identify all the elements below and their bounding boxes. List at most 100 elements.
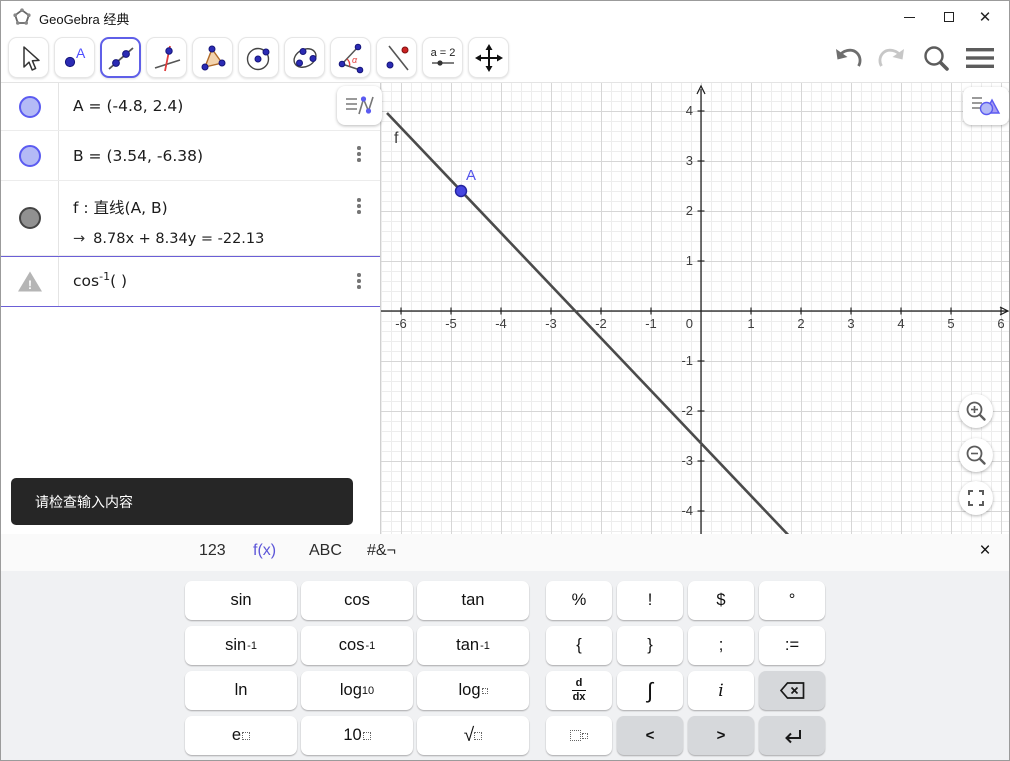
- algebra-style-bar-button[interactable]: [337, 86, 382, 125]
- key-e-power[interactable]: e: [185, 716, 297, 755]
- line-icon: [107, 46, 134, 70]
- keyboard-tab-special[interactable]: #&¬: [367, 542, 396, 560]
- visibility-marble-B[interactable]: [18, 144, 41, 167]
- key-sin[interactable]: sin: [185, 581, 297, 620]
- svg-text:-4: -4: [681, 503, 693, 518]
- svg-text:-5: -5: [445, 316, 457, 331]
- svg-text:-4: -4: [495, 316, 507, 331]
- key-asin[interactable]: sin -1: [185, 626, 297, 665]
- minimize-button[interactable]: [889, 1, 929, 33]
- tool-point[interactable]: A: [54, 37, 95, 78]
- algebra-row-B[interactable]: B = (3.54, -6.38): [1, 131, 380, 181]
- key-degree[interactable]: °: [759, 581, 825, 620]
- redo-button[interactable]: [875, 41, 909, 75]
- tool-conic[interactable]: [284, 37, 325, 78]
- search-icon: [924, 46, 949, 71]
- svg-text:-2: -2: [595, 316, 607, 331]
- tool-polygon[interactable]: [192, 37, 233, 78]
- key-assign[interactable]: :=: [759, 626, 825, 665]
- algebra-row-A[interactable]: A = (-4.8, 2.4): [1, 83, 380, 131]
- row-menu-f[interactable]: [353, 198, 365, 214]
- row-menu-B[interactable]: [353, 146, 365, 162]
- algebra-input-row[interactable]: ! cos-1( ): [1, 256, 380, 307]
- graphics-style-bar-icon: [972, 97, 1001, 116]
- key-brace-open[interactable]: {: [546, 626, 612, 665]
- svg-text:1: 1: [686, 253, 693, 268]
- key-cos[interactable]: cos: [301, 581, 413, 620]
- key-ten-power[interactable]: 10: [301, 716, 413, 755]
- key-subscript[interactable]: [546, 716, 612, 755]
- redo-icon: [878, 48, 904, 67]
- circle-icon: [246, 47, 269, 70]
- graphics-canvas: -6 -5 -4 -3 -2 -1 12 34 56 43 21 -1-2 -3-4 …: [381, 84, 1009, 534]
- svg-text:6: 6: [997, 316, 1004, 331]
- algebra-row-A-text: A = (-4.8, 2.4): [73, 97, 184, 115]
- tool-circle[interactable]: [238, 37, 279, 78]
- key-backspace[interactable]: [759, 671, 825, 710]
- zoom-out-button[interactable]: [959, 438, 993, 472]
- tool-angle[interactable]: α: [330, 37, 371, 78]
- key-arrow-left[interactable]: <: [617, 716, 683, 755]
- keyboard-close-button[interactable]: ×: [973, 540, 997, 562]
- maximize-button[interactable]: [929, 1, 969, 33]
- graphics-style-bar-button[interactable]: [963, 87, 1009, 125]
- search-button[interactable]: [919, 41, 953, 75]
- key-factorial[interactable]: !: [617, 581, 683, 620]
- input-row-expression[interactable]: cos-1( ): [73, 270, 127, 290]
- fullscreen-button[interactable]: [959, 481, 993, 515]
- menu-button[interactable]: [963, 41, 997, 75]
- svg-text:3: 3: [847, 316, 854, 331]
- key-dollar[interactable]: $: [688, 581, 754, 620]
- key-acos[interactable]: cos -1: [301, 626, 413, 665]
- svg-text:A: A: [76, 45, 86, 61]
- tool-perpendicular-line[interactable]: [146, 37, 187, 78]
- tool-move[interactable]: [8, 37, 49, 78]
- graphics-view[interactable]: -6 -5 -4 -3 -2 -1 12 34 56 43 21 -1 -2 -3 -4 …: [381, 83, 1009, 534]
- fullscreen-icon: [968, 490, 984, 506]
- undo-button[interactable]: [831, 41, 865, 75]
- close-window-button[interactable]: ✕: [965, 1, 1005, 33]
- zoom-in-button[interactable]: [959, 394, 993, 428]
- key-imaginary[interactable]: i: [688, 671, 754, 710]
- key-brace-close[interactable]: }: [617, 626, 683, 665]
- svg-text:α: α: [352, 55, 358, 65]
- svg-text:1: 1: [747, 316, 754, 331]
- input-error-tooltip: 请检查输入内容: [11, 478, 353, 525]
- keyboard-tab-fx[interactable]: f(x): [253, 542, 276, 560]
- key-tan[interactable]: tan: [417, 581, 529, 620]
- tool-slider[interactable]: a = 2: [422, 37, 463, 78]
- polygon-icon: [201, 45, 225, 70]
- row-menu-input[interactable]: [353, 273, 365, 289]
- svg-text:-6: -6: [395, 316, 407, 331]
- key-integral[interactable]: ∫: [617, 671, 683, 710]
- close-icon: ✕: [978, 7, 992, 26]
- tool-move-graphics[interactable]: [468, 37, 509, 78]
- svg-text:-2: -2: [681, 403, 693, 418]
- svg-text:4: 4: [686, 103, 693, 118]
- tool-reflect[interactable]: [376, 37, 417, 78]
- key-sqrt[interactable]: √: [417, 716, 529, 755]
- key-log10[interactable]: log 10: [301, 671, 413, 710]
- point-A[interactable]: [454, 184, 468, 198]
- keyboard-tab-bar: 123 f(x) ABC #&¬ ×: [1, 534, 1009, 571]
- keyboard-tab-123[interactable]: 123: [199, 542, 226, 560]
- visibility-marble-f[interactable]: [18, 207, 41, 229]
- algebra-view: A = (-4.8, 2.4) B = (3.54, -6.38) f : 直线…: [1, 83, 382, 534]
- key-atan[interactable]: tan -1: [417, 626, 529, 665]
- zoom-in-icon: [966, 401, 986, 421]
- keyboard-tab-abc[interactable]: ABC: [309, 542, 342, 560]
- slider-icon: a = 2: [430, 47, 455, 66]
- key-enter[interactable]: [759, 716, 825, 755]
- point-A-label: A: [466, 167, 476, 184]
- undo-icon: [836, 48, 862, 67]
- tool-line[interactable]: [100, 37, 141, 78]
- algebra-row-f[interactable]: f : 直线(A, B) → 8.78x + 8.34y = -22.13: [1, 181, 380, 256]
- visibility-marble-A[interactable]: [18, 95, 41, 118]
- key-arrow-right[interactable]: >: [688, 716, 754, 755]
- key-derivative[interactable]: d dx: [546, 671, 612, 710]
- key-semicolon[interactable]: ;: [688, 626, 754, 665]
- key-ln[interactable]: ln: [185, 671, 297, 710]
- key-percent[interactable]: %: [546, 581, 612, 620]
- backspace-icon: [779, 682, 804, 699]
- key-log-base[interactable]: log: [417, 671, 529, 710]
